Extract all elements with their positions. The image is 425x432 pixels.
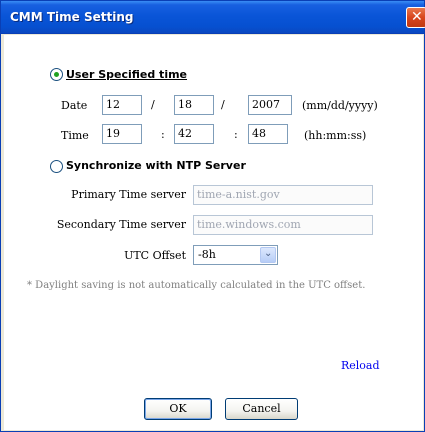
ntp-label[interactable]: Synchronize with NTP Server: [66, 159, 246, 172]
close-icon: ✕: [411, 9, 423, 25]
time-separator-2: :: [234, 128, 238, 141]
ntp-radio[interactable]: [50, 160, 63, 173]
daylight-note: * Daylight saving is not automatically c…: [27, 280, 366, 291]
hour-field[interactable]: 19: [102, 124, 142, 144]
second-field[interactable]: 48: [248, 124, 288, 144]
ok-button[interactable]: OK: [144, 398, 212, 420]
window-title: CMM Time Setting: [10, 10, 134, 24]
time-format-hint: (hh:mm:ss): [304, 129, 367, 142]
user-time-label[interactable]: User Specified time: [66, 68, 187, 81]
date-label: Date: [61, 99, 88, 112]
reload-link[interactable]: Reload: [341, 359, 380, 372]
dialog-content: User Specified time Date 12 / 18 / 2007 …: [4, 35, 423, 430]
secondary-server-field[interactable]: time.windows.com: [193, 215, 373, 235]
year-field[interactable]: 2007: [248, 95, 292, 115]
primary-server-label: Primary Time server: [71, 188, 186, 201]
secondary-server-label: Secondary Time server: [56, 218, 186, 231]
chevron-down-icon[interactable]: ⌄: [260, 247, 276, 263]
close-button[interactable]: ✕: [406, 7, 425, 28]
primary-server-field[interactable]: time-a.nist.gov: [193, 185, 373, 205]
minute-field[interactable]: 42: [174, 124, 214, 144]
date-separator-2: /: [221, 98, 225, 111]
day-field[interactable]: 18: [174, 95, 214, 115]
utc-offset-label: UTC Offset: [124, 249, 186, 262]
time-separator-1: :: [161, 128, 165, 141]
date-format-hint: (mm/dd/yyyy): [302, 99, 378, 112]
user-time-radio[interactable]: [50, 68, 63, 81]
title-bar[interactable]: CMM Time Setting ✕: [1, 1, 425, 34]
dialog-window: CMM Time Setting ✕ User Specified time D…: [0, 0, 425, 432]
utc-offset-select[interactable]: -8h ⌄: [193, 245, 278, 265]
radio-selected-dot: [54, 72, 59, 77]
time-label: Time: [61, 129, 89, 142]
utc-offset-value: -8h: [198, 248, 216, 261]
month-field[interactable]: 12: [102, 95, 142, 115]
cancel-button[interactable]: Cancel: [225, 398, 298, 420]
date-separator-1: /: [151, 98, 155, 111]
